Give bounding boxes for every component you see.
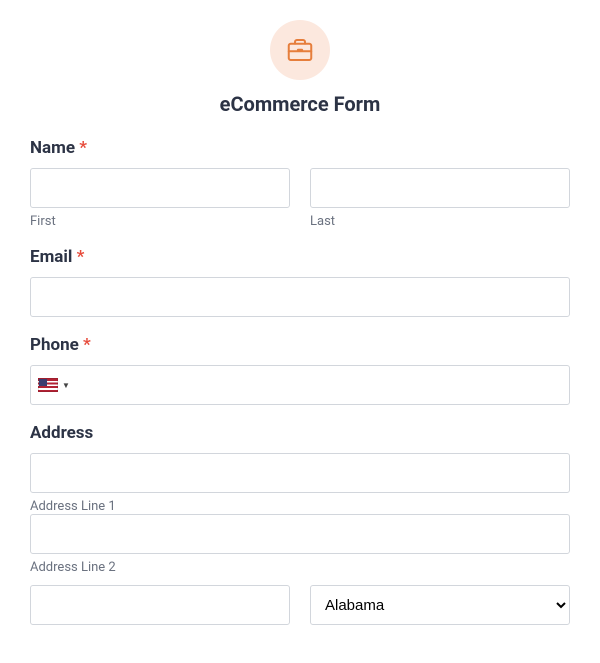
form-title: eCommerce Form bbox=[30, 92, 570, 116]
phone-input[interactable] bbox=[30, 365, 570, 405]
email-required-mark: * bbox=[77, 247, 85, 267]
address-line1-sublabel: Address Line 1 bbox=[30, 499, 570, 514]
email-field-group: Email * bbox=[30, 247, 570, 317]
name-label: Name * bbox=[30, 138, 570, 158]
address-field-group: Address Address Line 1 Address Line 2 Al… bbox=[30, 423, 570, 625]
address-city-input[interactable] bbox=[30, 585, 290, 625]
last-name-sublabel: Last bbox=[310, 214, 570, 229]
address-label: Address bbox=[30, 423, 570, 443]
form-icon-circle bbox=[270, 20, 330, 80]
name-field-group: Name * First Last bbox=[30, 138, 570, 229]
briefcase-icon bbox=[285, 35, 315, 65]
name-required-mark: * bbox=[79, 138, 87, 158]
address-label-text: Address bbox=[30, 423, 93, 443]
email-input[interactable] bbox=[30, 277, 570, 317]
flag-us-icon bbox=[38, 378, 58, 392]
ecommerce-form: eCommerce Form Name * First Last Email * bbox=[0, 0, 600, 663]
last-name-input[interactable] bbox=[310, 168, 570, 208]
email-label: Email * bbox=[30, 247, 570, 267]
phone-required-mark: * bbox=[83, 335, 91, 355]
phone-label: Phone * bbox=[30, 335, 570, 355]
email-label-text: Email bbox=[30, 247, 72, 267]
first-name-input[interactable] bbox=[30, 168, 290, 208]
address-line2-sublabel: Address Line 2 bbox=[30, 560, 570, 575]
name-label-text: Name bbox=[30, 138, 75, 158]
address-line1-input[interactable] bbox=[30, 453, 570, 493]
address-state-select[interactable]: Alabama bbox=[310, 585, 570, 625]
address-line2-input[interactable] bbox=[30, 514, 570, 554]
phone-country-selector[interactable]: ▼ bbox=[38, 378, 70, 392]
phone-label-text: Phone bbox=[30, 335, 79, 355]
chevron-down-icon: ▼ bbox=[62, 381, 70, 390]
phone-field-group: Phone * ▼ bbox=[30, 335, 570, 405]
first-name-sublabel: First bbox=[30, 214, 290, 229]
